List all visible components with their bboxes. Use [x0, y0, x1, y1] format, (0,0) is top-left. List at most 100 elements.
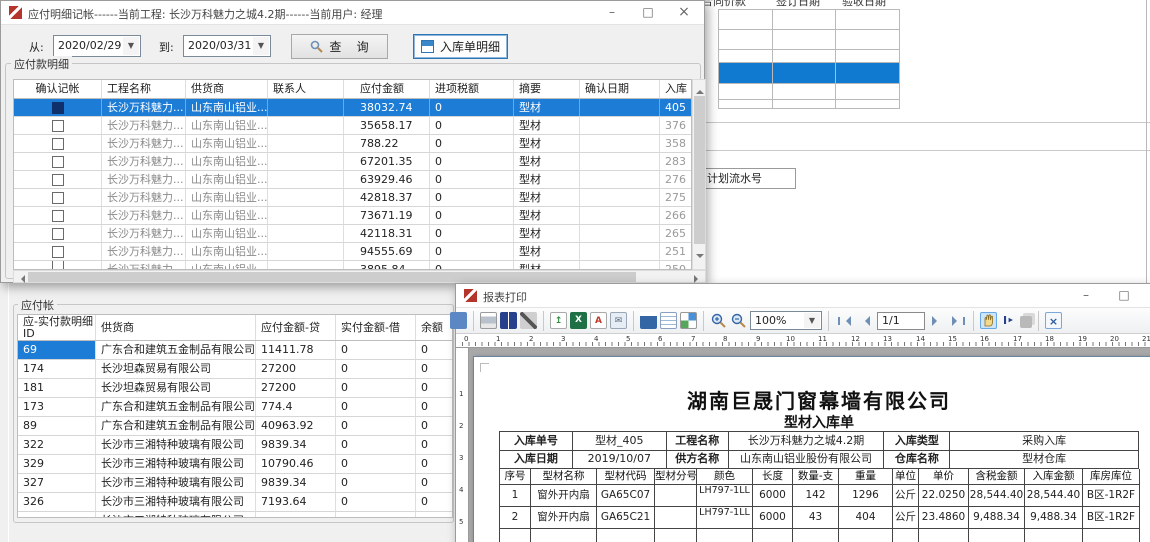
table-row[interactable]: [718, 30, 900, 50]
tools-icon[interactable]: [520, 312, 537, 329]
table-row[interactable]: 长沙万科魅力... 山东南山铝业... 73671.19 0 型材 266: [14, 207, 691, 225]
text-select-icon[interactable]: I‣: [1000, 312, 1017, 329]
design-icon[interactable]: [450, 312, 467, 329]
copy-pages-icon[interactable]: [1020, 316, 1032, 328]
chevron-down-icon[interactable]: ▼: [253, 37, 269, 55]
table-row[interactable]: 326 长沙市三湘特种玻璃有限公司 7193.64 0 0: [18, 493, 452, 512]
checkbox[interactable]: [52, 156, 64, 168]
checkbox[interactable]: [52, 261, 64, 270]
table-row[interactable]: 329 长沙市三湘特种玻璃有限公司 10790.46 0 0: [18, 455, 452, 474]
cell-id[interactable]: 173: [18, 398, 96, 416]
table-row[interactable]: 327 长沙市三湘特种玻璃有限公司 9839.34 0 0: [18, 474, 452, 493]
table-row[interactable]: 181 长沙坦森贸易有限公司 27200 0 0: [18, 379, 452, 398]
document-icon[interactable]: [660, 312, 677, 329]
scrollbar-thumb[interactable]: [28, 272, 636, 282]
checkbox[interactable]: [52, 210, 64, 222]
maximize-button[interactable]: □: [632, 3, 664, 23]
chevron-down-icon[interactable]: ▼: [804, 313, 820, 328]
cell-id[interactable]: 174: [18, 360, 96, 378]
column-header[interactable]: 确认日期: [580, 80, 660, 98]
horizontal-scrollbar[interactable]: [13, 270, 706, 283]
column-header[interactable]: 余额: [416, 315, 453, 340]
table-row[interactable]: [718, 50, 900, 63]
mail-icon[interactable]: ✉: [610, 312, 627, 329]
column-header[interactable]: 联系人: [268, 80, 344, 98]
table-row[interactable]: 长沙万科魅力... 山东南山铝业... 788.22 0 型材 358: [14, 135, 691, 153]
last-page-button[interactable]: [949, 312, 967, 330]
cell-id[interactable]: 89: [18, 417, 96, 435]
table-row[interactable]: [718, 10, 900, 30]
layout-icon[interactable]: [680, 312, 697, 329]
cell-id[interactable]: 69: [18, 341, 96, 359]
column-header[interactable]: 摘要: [514, 80, 580, 98]
column-header[interactable]: 实付金额-借: [336, 315, 416, 340]
table-row-partial[interactable]: 长沙万科魅力... 山东南山铝业... 3895.84 0 型材 250: [14, 261, 691, 270]
title-bar[interactable]: 报表打印 – □: [456, 284, 1150, 308]
vertical-scrollbar[interactable]: [692, 79, 706, 270]
next-page-button[interactable]: [928, 312, 946, 330]
table-row[interactable]: 322 长沙市三湘特种玻璃有限公司 9839.34 0 0: [18, 436, 452, 455]
table-row[interactable]: 长沙万科魅力... 山东南山铝业... 42118.31 0 型材 265: [14, 225, 691, 243]
table-row[interactable]: 长沙万科魅力... 山东南山铝业... 42818.37 0 型材 275: [14, 189, 691, 207]
title-bar[interactable]: 应付明细记帐------当前工程: 长沙万科魅力之城4.2期------当前用户…: [1, 1, 704, 25]
cell-id[interactable]: 326: [18, 493, 96, 511]
export-icon[interactable]: ↥: [550, 312, 567, 329]
scroll-left-icon[interactable]: [17, 273, 25, 286]
column-header[interactable]: 工程名称: [102, 80, 186, 98]
minimize-button[interactable]: –: [596, 3, 628, 23]
zoom-in-icon[interactable]: [710, 312, 727, 329]
pdf-icon[interactable]: A: [590, 312, 607, 329]
column-header[interactable]: 入库: [660, 80, 692, 98]
column-header[interactable]: 供货商: [96, 315, 256, 340]
scroll-down-icon[interactable]: [696, 252, 704, 265]
table-row[interactable]: [718, 100, 900, 109]
checkbox-checked[interactable]: [52, 102, 64, 114]
table-row[interactable]: 174 长沙坦森贸易有限公司 27200 0 0: [18, 360, 452, 379]
column-header[interactable]: 应付金额-贷: [256, 315, 336, 340]
close-preview-icon[interactable]: ×: [1045, 312, 1062, 329]
hand-tool-icon[interactable]: [980, 312, 997, 329]
zoom-out-icon[interactable]: [730, 312, 747, 329]
checkbox[interactable]: [52, 120, 64, 132]
cell-id[interactable]: 181: [18, 379, 96, 397]
close-button[interactable]: ×: [668, 3, 700, 23]
table-row-selected[interactable]: [718, 63, 900, 84]
excel-icon[interactable]: X: [570, 312, 587, 329]
table-row[interactable]: 173 广东合和建筑五金制品有限公司 774.4 0 0: [18, 398, 452, 417]
serial-number-field[interactable]: 计划流水号: [704, 168, 796, 189]
table-row[interactable]: 长沙万科魅力... 山东南山铝业... 67201.35 0 型材 283: [14, 153, 691, 171]
cell-id[interactable]: 327: [18, 474, 96, 492]
checkbox[interactable]: [52, 174, 64, 186]
page-indicator[interactable]: 1/1: [877, 312, 925, 330]
cell-id[interactable]: 329: [18, 455, 96, 473]
query-button[interactable]: 查 询: [291, 34, 388, 59]
book-icon[interactable]: [500, 312, 517, 329]
inbound-detail-button[interactable]: 入库单明细: [413, 34, 508, 59]
table-row[interactable]: [718, 84, 900, 100]
checkbox[interactable]: [52, 192, 64, 204]
column-header[interactable]: 应-实付款明细ID: [18, 315, 96, 340]
table-row-selected[interactable]: 长沙万科魅力... 山东南山铝业... 38032.74 0 型材 405: [14, 99, 691, 117]
document-page[interactable]: 湖南巨晟门窗幕墙有限公司 型材入库单 入库单号 型材_405 工程名称 长沙万科…: [473, 356, 1150, 542]
table-row[interactable]: 长沙万科魅力... 山东南山铝业... 35658.17 0 型材 376: [14, 117, 691, 135]
print-icon[interactable]: [480, 312, 497, 329]
maximize-button[interactable]: □: [1108, 286, 1140, 306]
scrollbar-thumb[interactable]: [694, 96, 705, 244]
save-icon[interactable]: [640, 312, 657, 329]
column-header[interactable]: 供货商: [186, 80, 268, 98]
from-date-combo[interactable]: 2020/02/29 ▼: [53, 35, 141, 57]
chevron-down-icon[interactable]: ▼: [123, 37, 139, 55]
minimize-button[interactable]: –: [1070, 286, 1102, 306]
column-header[interactable]: 确认记帐: [14, 80, 102, 98]
column-header[interactable]: 应付金额: [344, 80, 430, 98]
checkbox[interactable]: [52, 138, 64, 150]
to-date-combo[interactable]: 2020/03/31 ▼: [183, 35, 271, 57]
first-page-button[interactable]: [835, 312, 853, 330]
cell-id[interactable]: 322: [18, 436, 96, 454]
zoom-level-combo[interactable]: 100% ▼: [750, 311, 822, 330]
table-row[interactable]: 长沙万科魅力... 山东南山铝业... 63929.46 0 型材 276: [14, 171, 691, 189]
column-header[interactable]: 进项税额: [430, 80, 514, 98]
checkbox[interactable]: [52, 228, 64, 240]
table-row-partial[interactable]: 长沙市三湘特种玻璃有限公司: [18, 512, 452, 518]
table-row[interactable]: 69 广东合和建筑五金制品有限公司 11411.78 0 0: [18, 341, 452, 360]
